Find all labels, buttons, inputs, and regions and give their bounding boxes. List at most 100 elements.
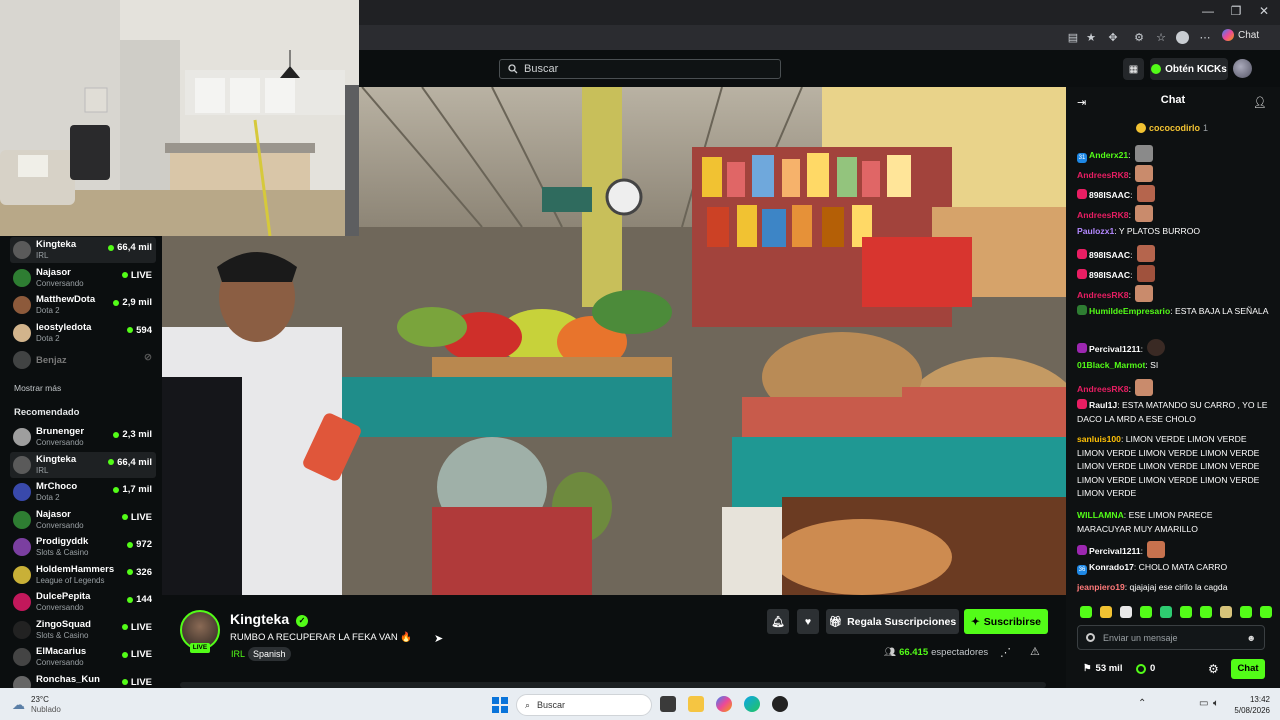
chat-message: AndreesRK8: xyxy=(1077,165,1269,183)
extension-icon[interactable]: ⚙ xyxy=(1132,31,1146,45)
gift-subs-button[interactable]: 🎁︎ Regala Suscripciones xyxy=(826,609,959,634)
clock[interactable]: 13:42 5/08/2026 xyxy=(1230,694,1270,716)
sidebar-channel-item[interactable]: Benjaz ⊘ xyxy=(10,347,156,373)
task-view-icon[interactable] xyxy=(660,696,676,712)
chat-separator: : xyxy=(1140,546,1146,556)
viewer-count-text: 594 xyxy=(136,324,152,336)
sidebar-channel-item[interactable]: Najasor Conversando LIVE xyxy=(10,265,156,291)
close-icon[interactable]: ✕ xyxy=(1252,4,1276,18)
favorites-icon[interactable]: ☆ xyxy=(1154,31,1168,45)
chat-username[interactable]: 898ISAAC xyxy=(1089,270,1130,280)
sidebar-channel-item[interactable]: ElMacarius Conversando LIVE xyxy=(10,644,156,670)
channel-avatar xyxy=(13,241,31,259)
chat-users-icon[interactable]: 👤︎ xyxy=(1253,96,1267,109)
sidebar-channel-item[interactable]: leostyledota Dota 2 594 xyxy=(10,320,156,346)
emote-icon[interactable] xyxy=(1140,606,1152,618)
maximize-icon[interactable]: ❐ xyxy=(1224,4,1248,18)
chat-username[interactable]: AndreesRK8 xyxy=(1077,290,1129,300)
emote-icon[interactable] xyxy=(1120,606,1132,618)
share-icon[interactable]: ⋰ xyxy=(1000,646,1011,659)
chat-settings-icon[interactable]: ⚙ xyxy=(1208,662,1219,676)
chat-username[interactable]: Anderx21 xyxy=(1089,150,1128,160)
chat-send-button[interactable]: Chat xyxy=(1231,659,1265,679)
chat-username[interactable]: HumildeEmpresario xyxy=(1089,306,1170,316)
browse-button[interactable]: ▦ xyxy=(1123,58,1144,80)
chat-username[interactable]: Konrado17 xyxy=(1089,562,1134,572)
sidebar-channel-item[interactable]: Kingteka IRL 66,4 mil xyxy=(10,451,156,478)
channel-points[interactable]: 0 xyxy=(1136,663,1155,674)
channel-name: HoldemHammers xyxy=(36,563,115,575)
reading-mode-icon[interactable]: ▤ xyxy=(1066,31,1080,45)
kicks-balance[interactable]: ⚑ 53 mil xyxy=(1083,663,1122,674)
chat-username[interactable]: WILLAMNA xyxy=(1077,510,1124,520)
emoji-icon[interactable]: ☻ xyxy=(1247,633,1256,643)
sidebar-channel-item[interactable]: Kingteka IRL 66,4 mil xyxy=(10,237,156,263)
language-tag[interactable]: Spanish xyxy=(248,647,291,661)
get-kicks-button[interactable]: Obtén KICKs xyxy=(1150,58,1228,80)
emote-icon[interactable] xyxy=(1260,606,1272,618)
obs-icon[interactable] xyxy=(772,696,788,712)
chat-username[interactable]: AndreesRK8 xyxy=(1077,210,1129,220)
more-options-icon[interactable]: ⋯ xyxy=(1198,31,1212,45)
stream-title: RUMBO A RECUPERAR LA FEKA VAN 🔥 xyxy=(230,632,413,643)
viewer-count: 594 xyxy=(127,325,152,336)
profile-avatar-icon[interactable] xyxy=(1176,31,1189,44)
emote-icon[interactable] xyxy=(1080,606,1092,618)
user-avatar[interactable] xyxy=(1233,59,1252,78)
taskbar-search[interactable]: ⌕ Buscar xyxy=(516,694,652,716)
chat-username[interactable]: AndreesRK8 xyxy=(1077,384,1129,394)
sidebar-channel-item[interactable]: HoldemHammers League of Legends 326 xyxy=(10,562,156,588)
report-icon[interactable]: ⚠ xyxy=(1030,645,1040,658)
minimize-icon[interactable]: — xyxy=(1196,4,1220,18)
channel-avatar xyxy=(13,455,31,474)
chat-username[interactable]: 01Black_Marmot xyxy=(1077,360,1145,370)
sidebar-channel-item[interactable]: MrChoco Dota 2 1,7 mil xyxy=(10,479,156,505)
recommended-heading: Recomendado xyxy=(14,407,80,418)
viewer-count-text: 1,7 mil xyxy=(122,484,152,495)
network-icon[interactable]: ▭ xyxy=(1199,698,1208,709)
chat-username[interactable]: 898ISAAC xyxy=(1089,190,1130,200)
sidebar-channel-item[interactable]: Prodigyddk Slots & Casino 972 xyxy=(10,534,156,560)
category-tag[interactable]: IRL xyxy=(226,647,250,661)
sidebar-channel-item[interactable]: ZingoSquad Slots & Casino LIVE xyxy=(10,617,156,643)
subscribe-button[interactable]: ✦ Suscribirse xyxy=(964,609,1048,634)
chat-username[interactable]: AndreesRK8 xyxy=(1077,170,1129,180)
show-hidden-icons[interactable]: ⌃ xyxy=(1138,698,1146,709)
chat-username[interactable]: sanluis100 xyxy=(1077,434,1121,444)
start-button[interactable] xyxy=(492,697,508,713)
chat-username[interactable]: Paulozx1 xyxy=(1077,226,1114,236)
viewer-count-text: 326 xyxy=(136,566,152,578)
chat-message: Percival1211: xyxy=(1077,541,1269,559)
chat-username[interactable]: 898ISAAC xyxy=(1089,250,1130,260)
sidebar-channel-item[interactable]: MatthewDota Dota 2 2,9 mil xyxy=(10,292,156,318)
star-icon[interactable]: ★ xyxy=(1084,31,1098,45)
emote-icon[interactable] xyxy=(1200,606,1212,618)
channel-avatar xyxy=(13,323,31,342)
copilot-app-icon[interactable] xyxy=(716,696,732,712)
emote-icon[interactable] xyxy=(1220,606,1232,618)
emote-icon[interactable] xyxy=(1180,606,1192,618)
search-input[interactable]: Buscar xyxy=(499,59,781,79)
chat-username[interactable]: Raul1J xyxy=(1089,400,1117,410)
chat-username[interactable]: Percival1211 xyxy=(1089,344,1141,354)
channel-name[interactable]: Kingteka ✓ xyxy=(230,611,309,627)
sidebar-channel-item[interactable]: Najasor Conversando LIVE xyxy=(10,507,156,533)
chat-username[interactable]: jeanpiero19 xyxy=(1077,582,1125,592)
emote-icon[interactable] xyxy=(1100,606,1112,618)
speaker-icon[interactable]: 🔈︎ xyxy=(1213,698,1219,709)
extensions-icon[interactable]: ✥ xyxy=(1106,31,1120,45)
edge-browser-icon[interactable] xyxy=(744,696,760,712)
file-explorer-icon[interactable] xyxy=(688,696,704,712)
sidebar-channel-item[interactable]: DulcePepita Conversando 144 xyxy=(10,589,156,615)
chat-username[interactable]: Percival1211 xyxy=(1089,546,1141,556)
follow-button[interactable]: ♥ xyxy=(797,609,819,634)
channel-category: Dota 2 xyxy=(36,306,60,315)
chat-input[interactable]: Enviar un mensaje ☻ xyxy=(1077,625,1265,650)
sidebar-channel-item[interactable]: Brunenger Conversando 2,3 mil xyxy=(10,424,156,450)
show-more-link[interactable]: Mostrar más xyxy=(14,383,61,393)
notifications-button[interactable]: 🔔︎ xyxy=(767,609,789,634)
emote-icon[interactable] xyxy=(1240,606,1252,618)
weather-widget[interactable]: ☁ 23°C Nublado xyxy=(12,695,61,715)
copilot-chat-button[interactable]: Chat xyxy=(1222,29,1259,41)
emote-icon[interactable] xyxy=(1160,606,1172,618)
